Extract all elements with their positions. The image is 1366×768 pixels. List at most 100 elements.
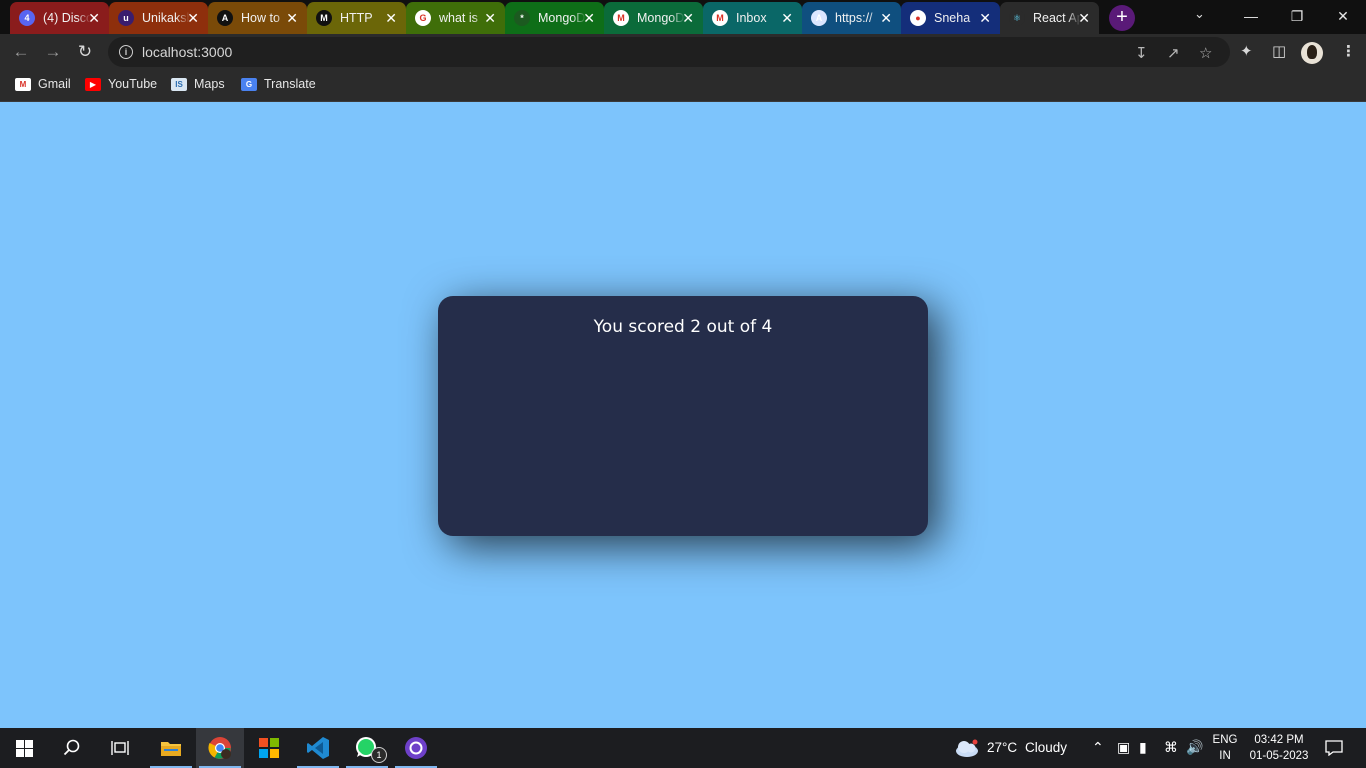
close-tab-icon[interactable]: ✕ <box>880 10 892 26</box>
wifi-icon[interactable]: ⌘ <box>1164 739 1178 756</box>
tab-title: Inbox <box>736 11 767 25</box>
install-app-icon[interactable]: ↧ <box>1135 44 1148 62</box>
tab[interactable]: ⚛ React App✕ <box>1000 2 1099 34</box>
profile-avatar[interactable] <box>1301 42 1323 64</box>
tab-title: MongoDB <box>538 11 586 25</box>
weather-condition: Cloudy <box>1025 740 1068 755</box>
maps-icon: IS <box>171 77 187 91</box>
close-tab-icon[interactable]: ✕ <box>682 10 694 26</box>
taskbar-file-explorer[interactable] <box>147 728 195 768</box>
notifications-icon[interactable] <box>1325 740 1343 756</box>
tab[interactable]: M HTTP ✕ <box>307 2 406 34</box>
task-view-icon <box>111 741 129 755</box>
windows-logo-icon <box>15 739 33 757</box>
bookmark-gmail[interactable]: M Gmail <box>15 77 71 91</box>
tab[interactable]: M Inbox ✕ <box>703 2 802 34</box>
bookmark-label: Translate <box>264 77 316 91</box>
reload-button[interactable]: ↻ <box>74 41 96 63</box>
tab[interactable]: Ahttps:// ✕ <box>802 2 901 34</box>
close-tab-icon[interactable]: ✕ <box>1078 10 1090 26</box>
angular-icon: A <box>217 10 233 26</box>
tab[interactable]: A How to ✕ <box>208 2 307 34</box>
bookmark-star-icon[interactable]: ☆ <box>1199 44 1212 62</box>
taskbar-store[interactable] <box>245 728 293 768</box>
mongodb-docs-icon: M <box>613 10 629 26</box>
restore-button[interactable]: ❐ <box>1274 0 1320 32</box>
medium-icon: M <box>316 10 332 26</box>
tab-title: React App <box>1033 11 1081 25</box>
close-tab-icon[interactable]: ✕ <box>781 10 793 26</box>
volume-icon[interactable]: 🔊 <box>1186 739 1203 756</box>
start-button[interactable] <box>0 728 48 768</box>
tab[interactable]: Gwhat is ✕ <box>406 2 505 34</box>
google-icon: G <box>415 10 431 26</box>
forward-button[interactable]: → <box>42 41 64 63</box>
window-controls: — ❐ ✕ <box>1228 0 1366 32</box>
translate-icon: G <box>241 77 257 91</box>
bookmark-youtube[interactable]: ▶ YouTube <box>85 77 157 91</box>
bookmark-maps[interactable]: IS Maps <box>171 77 225 91</box>
tab[interactable]: M MongoDB✕ <box>604 2 703 34</box>
tab[interactable]: 4 (4) Discord✕ <box>10 2 109 34</box>
close-window-button[interactable]: ✕ <box>1320 0 1366 32</box>
tab-title: How to <box>241 11 280 25</box>
address-bar[interactable]: i localhost:3000 ↧ ↗ ☆ <box>108 37 1230 67</box>
tab[interactable]: ● Sneha ✕ <box>901 2 1000 34</box>
browser-toolbar: ← → ↻ i localhost:3000 ↧ ↗ ☆ ✦ ◫ ⋮ <box>0 34 1366 70</box>
taskbar-chrome[interactable] <box>196 728 244 768</box>
site-info-icon[interactable]: i <box>119 45 133 59</box>
github-desktop-icon <box>405 737 427 759</box>
page-viewport: You scored 2 out of 4 <box>0 103 1366 728</box>
score-text: You scored 2 out of 4 <box>593 317 773 337</box>
tab-list: 4(4) Discord✕uUnikaksha✕AHow to✕MHTTP✕Gw… <box>10 2 1099 34</box>
battery-icon[interactable]: ▮ <box>1139 739 1147 756</box>
taskbar-whatsapp[interactable]: 1 <box>343 728 391 768</box>
weather-widget[interactable]: 27°C Cloudy <box>954 728 1074 768</box>
close-tab-icon[interactable]: ✕ <box>484 10 496 26</box>
close-tab-icon[interactable]: ✕ <box>286 10 298 26</box>
url-text[interactable]: localhost:3000 <box>142 44 232 60</box>
close-tab-icon[interactable]: ✕ <box>979 10 991 26</box>
close-tab-icon[interactable]: ✕ <box>385 10 397 26</box>
close-tab-icon[interactable]: ✕ <box>187 10 199 26</box>
vscode-icon <box>307 737 329 759</box>
side-panel-icon[interactable]: ◫ <box>1272 42 1286 60</box>
menu-kebab-icon[interactable]: ⋮ <box>1341 42 1356 60</box>
tab[interactable]: u Unikaksha✕ <box>109 2 208 34</box>
new-tab-button[interactable]: + <box>1109 5 1135 31</box>
youtube-icon: ▶ <box>85 77 101 91</box>
minimize-button[interactable]: — <box>1228 0 1274 32</box>
show-hidden-icons-chevron-icon[interactable]: ⌃ <box>1092 739 1104 756</box>
meet-now-icon[interactable]: ▣ <box>1117 739 1130 756</box>
close-tab-icon[interactable]: ✕ <box>583 10 595 26</box>
discord-icon: 4 <box>19 10 35 26</box>
close-tab-icon[interactable]: ✕ <box>88 10 100 26</box>
share-icon[interactable]: ↗ <box>1167 44 1180 62</box>
folder-icon <box>161 742 181 756</box>
bookmark-label: Maps <box>194 77 225 91</box>
back-button[interactable]: ← <box>10 41 32 63</box>
extensions-puzzle-icon[interactable]: ✦ <box>1240 42 1253 60</box>
search-button[interactable] <box>48 728 96 768</box>
chrome-icon <box>208 737 231 759</box>
input-language-indicator[interactable]: ENG IN <box>1212 732 1238 764</box>
tab[interactable]: * MongoDB✕ <box>505 2 604 34</box>
bookmark-translate[interactable]: G Translate <box>241 77 316 91</box>
tab-title: HTTP <box>340 11 373 25</box>
taskbar-vscode[interactable] <box>294 728 342 768</box>
language-code: ENG <box>1212 734 1238 746</box>
gmail-icon: M <box>15 77 31 91</box>
github-icon: ● <box>910 10 926 26</box>
globe-icon: A <box>811 10 827 26</box>
tab-title: Sneha <box>934 11 971 25</box>
cloud-icon <box>956 739 978 757</box>
bookmark-label: Gmail <box>38 77 71 91</box>
clock[interactable]: 03:42 PM 01-05-2023 <box>1244 732 1314 764</box>
gmail-icon: M <box>712 10 728 26</box>
taskbar-github-desktop[interactable] <box>392 728 440 768</box>
search-icon <box>63 739 80 756</box>
tab-search-chevron-icon[interactable]: ⌄ <box>1194 6 1205 22</box>
mongodb-icon: * <box>514 10 530 26</box>
windows-taskbar: 1 27°C Cloudy ⌃ ▣ ▮ ⌘ 🔊 ENG IN 03:42 PM … <box>0 728 1366 768</box>
task-view-button[interactable] <box>96 728 144 768</box>
